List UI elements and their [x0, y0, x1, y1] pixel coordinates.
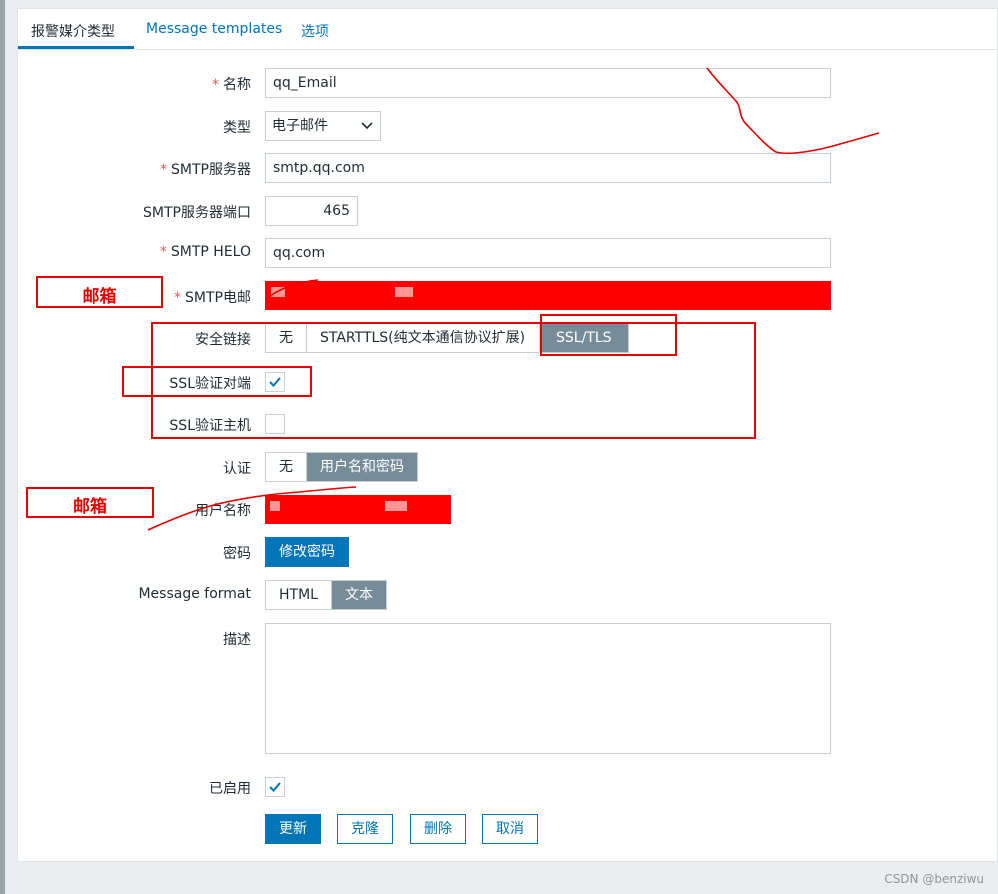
description-label: 描述: [223, 632, 251, 648]
annotation-box-email-1: 邮箱: [36, 276, 163, 308]
tab-media-type[interactable]: 报警媒介类型: [31, 21, 115, 41]
smtp-port-label: SMTP服务器端口: [143, 205, 251, 221]
required-marker: *: [160, 162, 168, 178]
update-button[interactable]: 更新: [265, 814, 321, 844]
smtp-email-label: * SMTP电邮: [174, 290, 251, 306]
tab-message-templates[interactable]: Message templates: [146, 21, 282, 37]
username-input-redacted[interactable]: [265, 495, 451, 524]
annotation-box-ssl-tls: [540, 314, 677, 356]
message-format-label: Message format: [138, 586, 251, 602]
password-label: 密码: [223, 546, 251, 562]
auth-option-none[interactable]: 无: [266, 453, 307, 481]
smtp-server-input[interactable]: [265, 153, 831, 183]
message-format-segmented-control: HTML 文本: [265, 580, 387, 610]
required-marker: *: [174, 290, 182, 306]
annotation-text-email-1: 邮箱: [82, 287, 117, 307]
checkmark-icon: [269, 782, 281, 792]
annotation-text-email-2: 邮箱: [73, 497, 107, 517]
auth-label: 认证: [223, 461, 251, 477]
smtp-helo-label: * SMTP HELO: [159, 244, 251, 260]
delete-button[interactable]: 删除: [410, 814, 466, 844]
clone-button[interactable]: 克隆: [337, 814, 393, 844]
active-tab-indicator: [18, 46, 134, 49]
chevron-down-icon: [361, 112, 373, 150]
smtp-email-input-redacted[interactable]: [265, 281, 831, 310]
tab-options[interactable]: 选项: [301, 21, 329, 41]
enabled-label: 已启用: [209, 781, 251, 797]
description-textarea[interactable]: [265, 623, 831, 754]
smtp-port-input[interactable]: [265, 196, 358, 226]
annotation-box-email-2: 邮箱: [26, 487, 154, 518]
required-marker: *: [159, 244, 167, 260]
cancel-button[interactable]: 取消: [482, 814, 538, 844]
message-format-option-text[interactable]: 文本: [331, 581, 386, 609]
message-format-option-html[interactable]: HTML: [266, 581, 332, 609]
annotation-box-ssl-verify-peer: [122, 366, 312, 397]
type-select[interactable]: 电子邮件: [265, 111, 381, 141]
smtp-helo-input[interactable]: [265, 238, 831, 268]
auth-segmented-control: 无 用户名和密码: [265, 452, 418, 482]
type-select-value: 电子邮件: [272, 118, 328, 134]
tab-bar: 报警媒介类型 Message templates 选项: [18, 9, 997, 50]
username-label: 用户名称: [195, 503, 251, 519]
required-marker: *: [212, 77, 219, 93]
smtp-server-label: * SMTP服务器: [160, 162, 251, 178]
change-password-button[interactable]: 修改密码: [265, 537, 349, 567]
watermark: CSDN @benziwu: [884, 872, 984, 886]
type-label: 类型: [223, 120, 251, 136]
window-left-edge: [0, 0, 5, 894]
enabled-checkbox[interactable]: [265, 777, 285, 797]
auth-option-username-password[interactable]: 用户名和密码: [307, 453, 417, 481]
name-input[interactable]: [265, 68, 831, 98]
name-label: * 名称: [212, 77, 251, 93]
